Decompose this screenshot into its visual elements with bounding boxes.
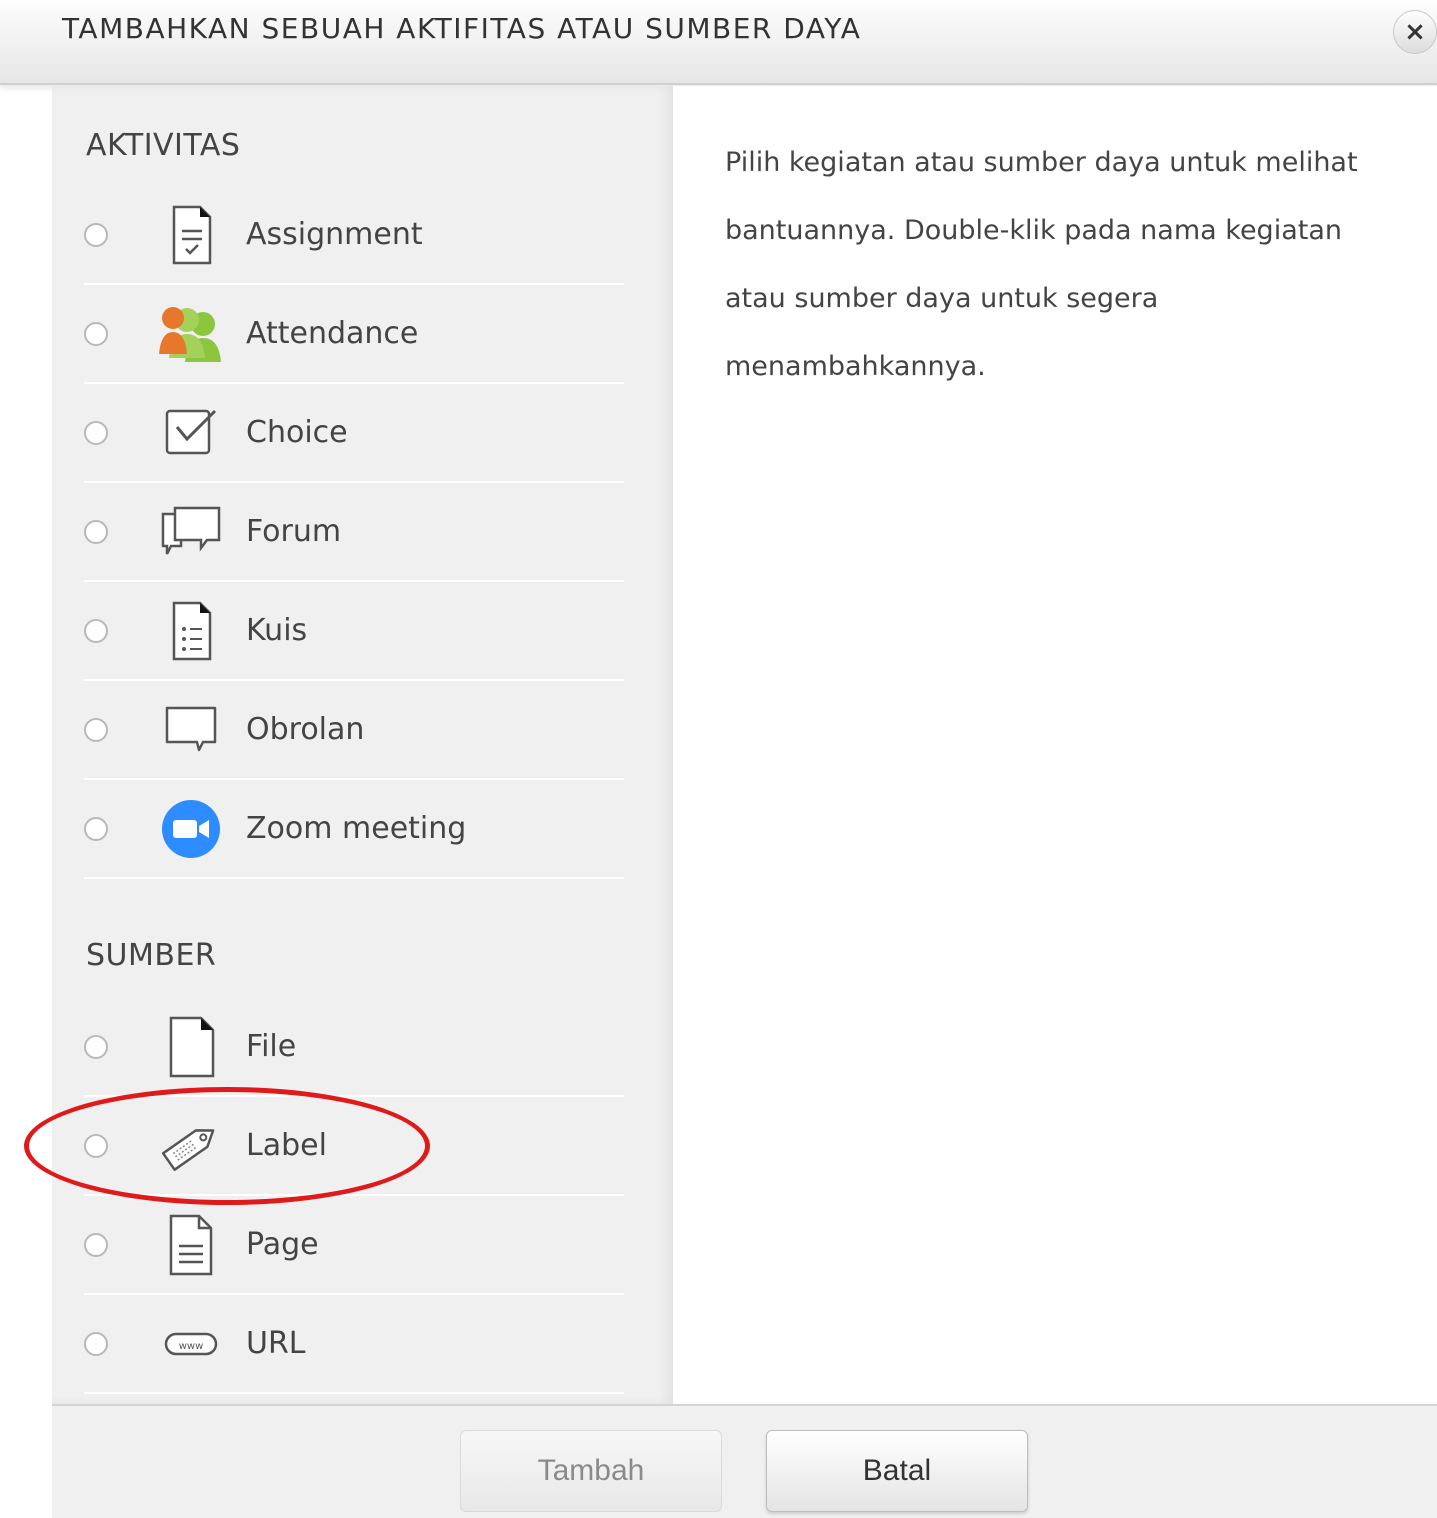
option-file[interactable]: File — [84, 998, 624, 1097]
dialog-header: TAMBAHKAN SEBUAH AKTIFITAS ATAU SUMBER D… — [0, 0, 1437, 85]
option-label: Zoom meeting — [246, 810, 467, 846]
section-heading-activities: AKTIVITAS — [86, 128, 241, 163]
choice-icon — [156, 400, 226, 466]
option-assignment[interactable]: Assignment — [84, 186, 624, 285]
radio-obrolan[interactable] — [84, 717, 108, 742]
close-icon: × — [1404, 17, 1426, 47]
option-label: Attendance — [246, 315, 419, 351]
option-label-resource[interactable]: Label — [84, 1097, 624, 1196]
radio-page[interactable] — [84, 1232, 108, 1257]
radio-attendance[interactable] — [84, 321, 108, 346]
help-panel: Pilih kegiatan atau sumber daya untuk me… — [673, 86, 1437, 1404]
option-label: Forum — [246, 513, 342, 549]
add-button[interactable]: Tambah — [460, 1430, 722, 1512]
option-page[interactable]: Page — [84, 1196, 624, 1295]
cancel-button[interactable]: Batal — [766, 1430, 1028, 1512]
page-icon — [156, 1212, 226, 1278]
activity-chooser-dialog: TAMBAHKAN SEBUAH AKTIFITAS ATAU SUMBER D… — [0, 0, 1437, 1518]
option-label: Choice — [246, 414, 348, 450]
radio-choice[interactable] — [84, 420, 108, 445]
assignment-icon — [156, 202, 226, 268]
quiz-icon — [156, 598, 226, 664]
file-icon — [156, 1014, 226, 1080]
section-heading-resources: SUMBER — [86, 938, 217, 973]
option-url[interactable]: www URL — [84, 1295, 624, 1394]
radio-kuis[interactable] — [84, 618, 108, 643]
options-panel: AKTIVITAS Assignment Attendance Choice F… — [52, 86, 673, 1404]
option-label: File — [246, 1028, 297, 1064]
option-obrolan[interactable]: Obrolan — [84, 681, 624, 780]
option-attendance[interactable]: Attendance — [84, 285, 624, 384]
option-label: URL — [246, 1325, 306, 1361]
option-kuis[interactable]: Kuis — [84, 582, 624, 681]
radio-file[interactable] — [84, 1034, 108, 1059]
radio-assignment[interactable] — [84, 222, 108, 247]
option-label: Page — [246, 1226, 319, 1262]
dialog-title: TAMBAHKAN SEBUAH AKTIFITAS ATAU SUMBER D… — [62, 12, 862, 45]
radio-url[interactable] — [84, 1331, 108, 1356]
option-label: Obrolan — [246, 711, 365, 747]
url-icon: www — [156, 1311, 226, 1377]
svg-text:www: www — [179, 1341, 204, 1352]
dialog-footer: Tambah Batal — [52, 1404, 1437, 1518]
option-forum[interactable]: Forum — [84, 483, 624, 582]
option-label: Kuis — [246, 612, 308, 648]
close-button[interactable]: × — [1393, 10, 1437, 54]
radio-forum[interactable] — [84, 519, 108, 544]
option-zoom-meeting[interactable]: Zoom meeting — [84, 780, 624, 879]
radio-label[interactable] — [84, 1133, 108, 1158]
help-text: Pilih kegiatan atau sumber daya untuk me… — [725, 147, 1358, 382]
label-tag-icon — [156, 1113, 226, 1179]
radio-zoom-meeting[interactable] — [84, 816, 108, 841]
option-label: Assignment — [246, 216, 423, 252]
chat-icon — [156, 697, 226, 763]
zoom-icon — [156, 796, 226, 862]
forum-icon — [156, 499, 226, 565]
option-choice[interactable]: Choice — [84, 384, 624, 483]
attendance-icon — [156, 301, 226, 367]
option-label: Label — [246, 1127, 327, 1163]
